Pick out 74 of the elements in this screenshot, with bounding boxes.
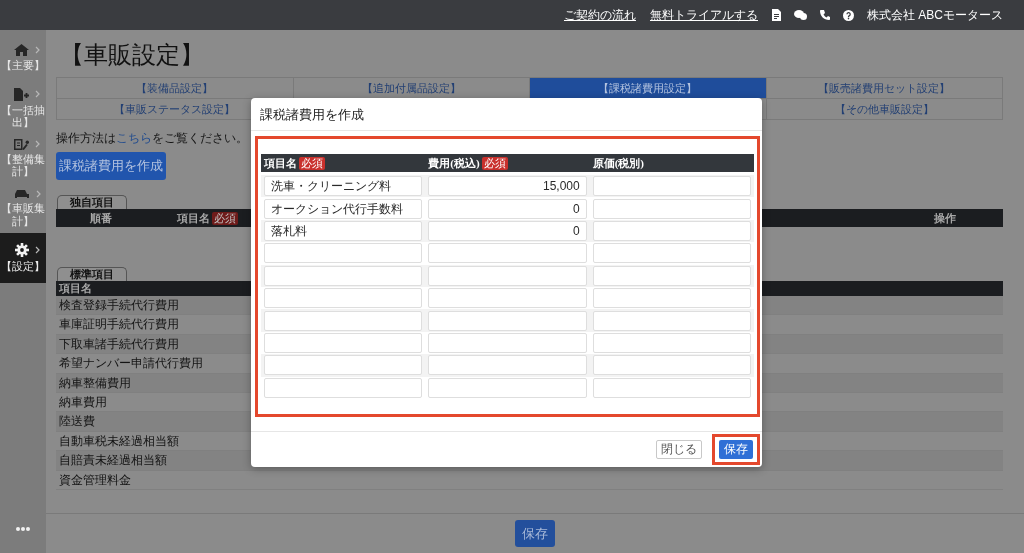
sidebar-item[interactable]: 【主要】: [0, 33, 46, 83]
car-icon: [13, 189, 30, 200]
chevron-icon: [35, 140, 40, 149]
input-field[interactable]: [428, 288, 587, 309]
section-label: 独自項目: [57, 195, 127, 209]
help-link[interactable]: こちら: [116, 131, 152, 145]
column-header: 操作: [933, 210, 957, 226]
input-field[interactable]: [264, 377, 423, 398]
create-button[interactable]: 課税諸費用を作成: [56, 152, 166, 180]
help-icon[interactable]: [843, 9, 854, 21]
input-field[interactable]: [592, 288, 751, 309]
input-field[interactable]: [592, 243, 751, 264]
clipboard-wrench-icon: [14, 138, 29, 150]
column-header: 原価(税別): [592, 155, 644, 171]
save-button[interactable]: 保存: [719, 439, 753, 459]
section-label: 標準項目: [57, 267, 127, 281]
tab[interactable]: 【課税諸費用設定】: [530, 78, 767, 99]
column-header: 項目名: [264, 155, 297, 171]
top-link[interactable]: ご契約の流れ: [564, 6, 636, 24]
column-header: 順番: [89, 210, 113, 226]
required-badge: 必須: [299, 156, 325, 170]
input-field[interactable]: 15,000: [428, 176, 587, 197]
input-field[interactable]: [428, 332, 587, 353]
input-field[interactable]: [264, 265, 423, 286]
input-field[interactable]: [428, 310, 587, 331]
input-field[interactable]: [592, 332, 751, 353]
input-field[interactable]: [428, 265, 587, 286]
input-field[interactable]: [428, 355, 587, 376]
input-field[interactable]: [592, 310, 751, 331]
chevron-icon: [35, 190, 41, 199]
input-field[interactable]: 0: [428, 220, 587, 241]
input-field[interactable]: [428, 377, 587, 398]
more-icon[interactable]: [16, 527, 30, 531]
sidebar-item[interactable]: 【一括抽出】: [0, 83, 46, 133]
required-badge: 必須: [481, 156, 508, 170]
input-field[interactable]: オークション代行手数料: [264, 198, 423, 219]
settings-icon: [14, 243, 29, 258]
input-field[interactable]: 落札料: [264, 220, 423, 241]
company-name: 株式会社 ABCモータース: [867, 6, 1003, 24]
input-field[interactable]: 洗車・クリーニング料: [264, 176, 423, 197]
home-icon: [14, 44, 29, 57]
required-badge: 必須: [212, 211, 238, 225]
input-field[interactable]: [264, 243, 423, 264]
tab[interactable]: 【その他車販設定】: [766, 99, 1003, 120]
input-field[interactable]: [592, 220, 751, 241]
top-link[interactable]: 無料トライアルする: [650, 6, 758, 24]
column-header: 項目名: [177, 210, 210, 226]
input-field[interactable]: [592, 198, 751, 219]
input-field[interactable]: [264, 288, 423, 309]
sidebar-item[interactable]: 【車販集計】: [0, 183, 46, 233]
chevron-icon: [34, 246, 40, 255]
column-header: 項目名: [59, 282, 92, 294]
save-button[interactable]: 保存: [515, 520, 555, 547]
input-field[interactable]: 0: [428, 198, 587, 219]
phone-icon[interactable]: [820, 10, 830, 20]
page-title: 【車販設定】: [60, 42, 204, 68]
input-field[interactable]: [264, 332, 423, 353]
column-header: 費用(税込): [428, 155, 480, 171]
input-field[interactable]: [592, 176, 751, 197]
input-field[interactable]: [264, 310, 423, 331]
chevron-icon: [35, 46, 40, 55]
tab[interactable]: 【販売諸費用セット設定】: [766, 78, 1003, 99]
input-field[interactable]: [264, 355, 423, 376]
chat-icon[interactable]: [794, 10, 807, 20]
input-field[interactable]: [428, 243, 587, 264]
input-field[interactable]: [592, 355, 751, 376]
close-button[interactable]: 閉じる: [656, 439, 702, 459]
sidebar-item[interactable]: 【整備集計】: [0, 133, 46, 183]
chevron-icon: [35, 90, 40, 99]
sidebar-item[interactable]: 【設定】: [0, 233, 46, 283]
document-icon[interactable]: [772, 9, 781, 21]
input-field[interactable]: [592, 265, 751, 286]
file-plus-icon: [14, 87, 29, 101]
input-field[interactable]: [592, 377, 751, 398]
